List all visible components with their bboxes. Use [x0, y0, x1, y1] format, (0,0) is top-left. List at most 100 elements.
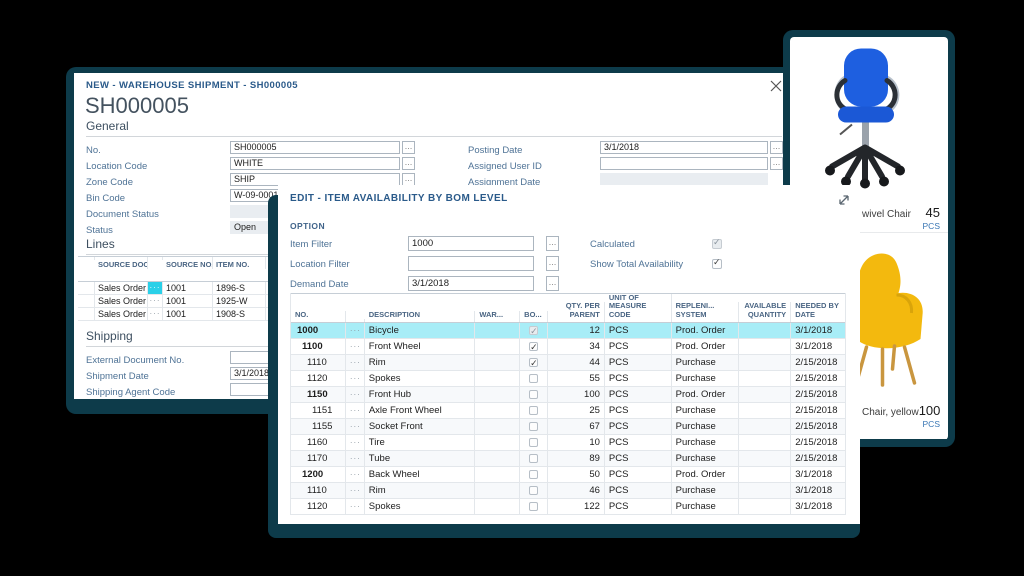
- table-row[interactable]: 1155 Socket Front 67 PCS Purchase 2/15/2…: [291, 419, 845, 435]
- close-icon[interactable]: [768, 78, 784, 94]
- item-name: wivel Chair: [862, 209, 911, 220]
- row-ellipsis-icon[interactable]: [346, 451, 365, 466]
- cell-unit-of-measure: PCS: [605, 499, 672, 514]
- row-ellipsis-icon[interactable]: [148, 308, 163, 320]
- row-ellipsis-icon[interactable]: [346, 403, 365, 418]
- table-row[interactable]: 1110 Rim 44 PCS Purchase 2/15/2018: [291, 355, 845, 371]
- bom-checkbox[interactable]: [529, 342, 538, 351]
- table-row[interactable]: 1120 Spokes 122 PCS Purchase 3/1/2018: [291, 499, 845, 515]
- bom-checkbox[interactable]: [529, 358, 538, 367]
- col-header-ellipsis: [346, 319, 365, 322]
- cell-description: Tire: [365, 435, 476, 450]
- table-row[interactable]: 1200 Back Wheel 50 PCS Prod. Order 3/1/2…: [291, 467, 845, 483]
- table-row[interactable]: 1151 Axle Front Wheel 25 PCS Purchase 2/…: [291, 403, 845, 419]
- field-label: Item Filter: [290, 235, 332, 255]
- cell-qty-per-parent: 55: [548, 371, 605, 386]
- bom-checkbox[interactable]: [529, 374, 538, 383]
- bom-checkbox[interactable]: [529, 422, 538, 431]
- checkbox[interactable]: [712, 239, 722, 249]
- col-header-bom: BO...: [520, 311, 548, 323]
- field-input[interactable]: [600, 157, 768, 170]
- row-ellipsis-icon[interactable]: [346, 419, 365, 434]
- table-row[interactable]: 1150 Front Hub 100 PCS Prod. Order 2/15/…: [291, 387, 845, 403]
- field-input[interactable]: SH000005: [230, 141, 400, 154]
- ellipsis-button[interactable]: [770, 141, 783, 154]
- bom-checkbox[interactable]: [529, 470, 538, 479]
- ellipsis-button[interactable]: [770, 157, 783, 170]
- ellipsis-button[interactable]: [402, 141, 415, 154]
- cell-available-quantity: [739, 451, 791, 466]
- cell-unit-of-measure: PCS: [605, 419, 672, 434]
- field-input[interactable]: 3/1/2018: [408, 276, 534, 291]
- cell-unit-of-measure: PCS: [605, 323, 672, 338]
- col-header-item-no: ITEM NO.: [213, 257, 266, 269]
- row-ellipsis-icon[interactable]: [346, 371, 365, 386]
- bom-checkbox[interactable]: [529, 406, 538, 415]
- field-input[interactable]: WHITE: [230, 157, 400, 170]
- dialog-toggles: Calculated Show Total Availability: [590, 234, 810, 274]
- bom-checkbox[interactable]: [529, 486, 538, 495]
- cell-replenishment: Purchase: [672, 483, 740, 498]
- table-row[interactable]: 1110 Rim 46 PCS Purchase 3/1/2018: [291, 483, 845, 499]
- row-ellipsis-icon[interactable]: [346, 483, 365, 498]
- cell-needed-by-date: 2/15/2018: [791, 451, 845, 466]
- expand-diagonal-icon[interactable]: [836, 192, 852, 208]
- blue-swivel-chair-image: [816, 42, 916, 197]
- bom-checkbox[interactable]: [529, 390, 538, 399]
- table-row[interactable]: 1170 Tube 89 PCS Purchase 2/15/2018: [291, 451, 845, 467]
- cell-unit-of-measure: PCS: [605, 435, 672, 450]
- section-heading-general: General: [86, 119, 782, 137]
- cell-replenishment: Purchase: [672, 371, 740, 386]
- ellipsis-button[interactable]: [546, 276, 559, 291]
- table-row[interactable]: 1100 Front Wheel 34 PCS Prod. Order 3/1/…: [291, 339, 845, 355]
- cell-replenishment: Purchase: [672, 419, 740, 434]
- cell-qty-per-parent: 12: [548, 323, 605, 338]
- row-ellipsis-icon[interactable]: [346, 435, 365, 450]
- row-ellipsis-icon[interactable]: [148, 295, 163, 307]
- bom-checkbox[interactable]: [529, 438, 538, 447]
- cell-needed-by-date: 2/15/2018: [791, 355, 845, 370]
- col-header-description: DESCRIPTION: [365, 311, 476, 323]
- row-ellipsis-icon[interactable]: [346, 467, 365, 482]
- form-field: Posting Date 3/1/2018: [468, 140, 784, 156]
- stage: NEW - WAREHOUSE SHIPMENT - SH000005 SH00…: [0, 0, 1024, 576]
- form-field: Location Code WHITE: [86, 156, 416, 172]
- table-row[interactable]: 1120 Spokes 55 PCS Purchase 2/15/2018: [291, 371, 845, 387]
- row-ellipsis-icon[interactable]: [346, 499, 365, 514]
- cell-available-quantity: [739, 435, 791, 450]
- table-row[interactable]: 1160 Tire 10 PCS Purchase 2/15/2018: [291, 435, 845, 451]
- row-ellipsis-icon[interactable]: [148, 282, 163, 294]
- cell-qty-per-parent: 67: [548, 419, 605, 434]
- cell-no: 1110: [291, 355, 346, 370]
- ellipsis-button[interactable]: [546, 256, 559, 271]
- row-ellipsis-icon[interactable]: [346, 323, 365, 338]
- bom-checkbox[interactable]: [529, 502, 538, 511]
- row-ellipsis-icon[interactable]: [346, 355, 365, 370]
- bom-checkbox[interactable]: [529, 326, 538, 335]
- bom-table-body: 1000 Bicycle 12 PCS Prod. Order 3/1/2018…: [291, 323, 845, 515]
- field-label: Location Filter: [290, 255, 350, 275]
- ellipsis-button[interactable]: [546, 236, 559, 251]
- cell-warehouse: [475, 387, 520, 402]
- item-quantity: 45: [926, 205, 940, 220]
- cell-description: Spokes: [365, 499, 476, 514]
- row-ellipsis-icon[interactable]: [346, 387, 365, 402]
- cell-replenishment: Prod. Order: [672, 467, 740, 482]
- cell-unit-of-measure: PCS: [605, 403, 672, 418]
- cell-description: Rim: [365, 483, 476, 498]
- cell-description: Back Wheel: [365, 467, 476, 482]
- col-header-source-document: SOURCE DOCUMENT: [95, 257, 148, 269]
- col-header-qty-per-parent: QTY. PER PARENT: [548, 302, 605, 322]
- ellipsis-button[interactable]: [402, 157, 415, 170]
- table-row[interactable]: 1000 Bicycle 12 PCS Prod. Order 3/1/2018: [291, 323, 845, 339]
- cell-unit-of-measure: PCS: [605, 371, 672, 386]
- bom-checkbox[interactable]: [529, 454, 538, 463]
- cell-available-quantity: [739, 467, 791, 482]
- field-input[interactable]: 1000: [408, 236, 534, 251]
- cell-needed-by-date: 2/15/2018: [791, 435, 845, 450]
- checkbox[interactable]: [712, 259, 722, 269]
- cell-bom: [520, 371, 548, 386]
- row-ellipsis-icon[interactable]: [346, 339, 365, 354]
- field-input[interactable]: [408, 256, 534, 271]
- field-input[interactable]: 3/1/2018: [600, 141, 768, 154]
